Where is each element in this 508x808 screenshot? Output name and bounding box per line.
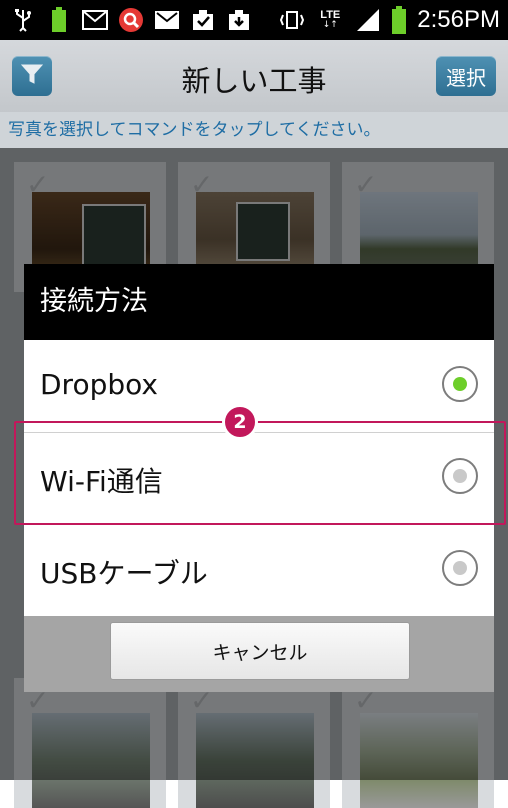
cancel-button[interactable]: キャンセル: [110, 622, 410, 680]
lte-icon: LTE ↓↑: [320, 9, 341, 30]
battery-icon: [391, 6, 407, 34]
dialog-title: 接続方法: [24, 264, 494, 340]
lte-arrows: ↓↑: [322, 20, 338, 30]
clock: 2:56PM: [417, 6, 500, 33]
mail-icon: [82, 7, 108, 33]
option-usb[interactable]: USBケーブル: [24, 524, 494, 616]
radio-dot: [453, 377, 467, 391]
radio-dot: [453, 561, 467, 575]
download-done-icon: [190, 7, 216, 33]
page-title: 新しい工事: [181, 64, 327, 98]
annotation-highlight-box: [14, 421, 506, 525]
dialog-footer: キャンセル: [24, 616, 494, 692]
signal-icon: [355, 7, 381, 33]
option-label: Dropbox: [40, 368, 158, 401]
select-button[interactable]: 選択: [436, 56, 496, 96]
radio-button[interactable]: [442, 550, 478, 586]
download-icon: [226, 7, 252, 33]
status-bar: LTE ↓↑ 2:56PM: [0, 0, 508, 40]
vibrate-icon: [279, 7, 305, 33]
instruction-text: 写真を選択してコマンドをタップしてください。: [0, 112, 508, 148]
radio-button-selected[interactable]: [442, 366, 478, 402]
usb-icon: [10, 7, 36, 33]
annotation-step-badge: 2: [222, 404, 258, 440]
option-dropbox[interactable]: Dropbox: [24, 340, 494, 433]
battery-small-icon: [46, 7, 72, 33]
search-app-icon: [118, 7, 144, 33]
option-label: USBケーブル: [40, 557, 208, 590]
gmail-icon: [154, 7, 180, 33]
app-bar: 新しい工事 選択: [0, 40, 508, 112]
